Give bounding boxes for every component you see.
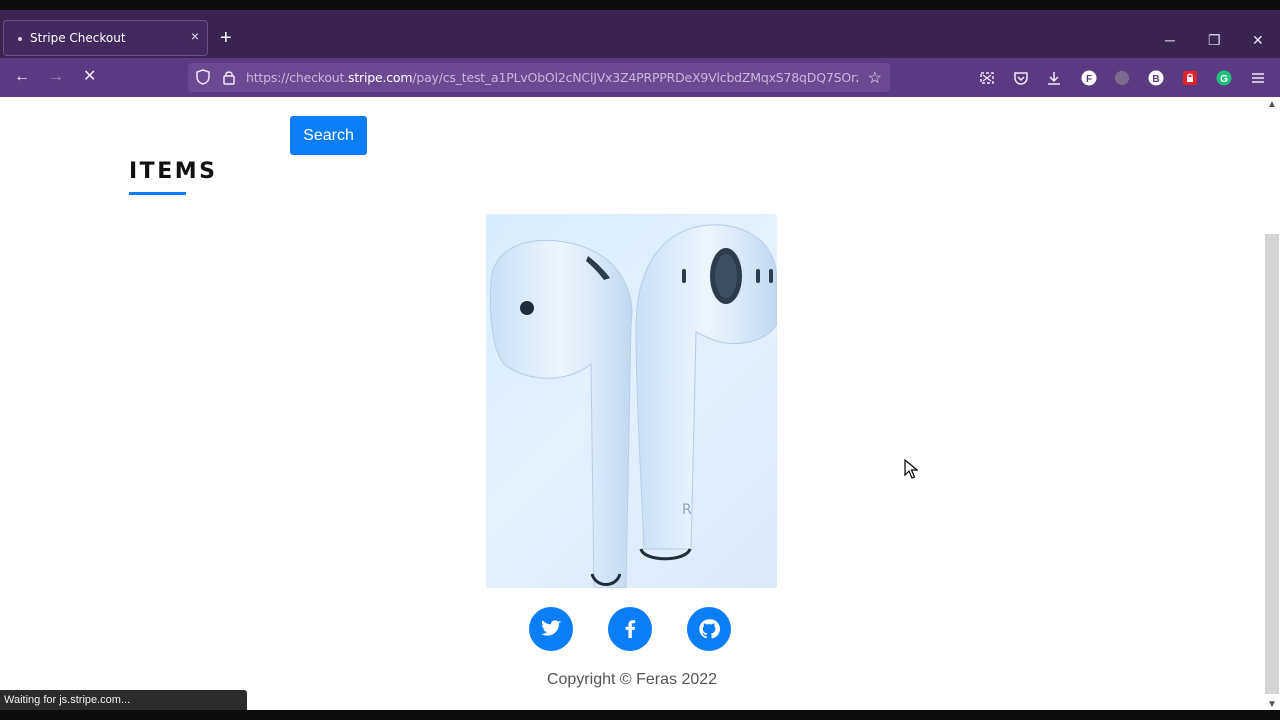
twitter-icon bbox=[540, 620, 562, 636]
pocket-icon[interactable] bbox=[1013, 70, 1029, 86]
minimize-button[interactable]: ─ bbox=[1165, 32, 1175, 48]
svg-text:R: R bbox=[682, 502, 692, 518]
airpods-product-image[interactable]: R bbox=[486, 214, 777, 588]
tab-strip: Stripe Checkout × + ─ ❐ ✕ bbox=[0, 10, 1280, 58]
facebook-link[interactable] bbox=[608, 607, 652, 651]
scroll-up-arrow-icon[interactable]: ▲ bbox=[1267, 99, 1277, 110]
window-bottom-edge bbox=[0, 710, 1280, 720]
svg-text:F: F bbox=[1086, 74, 1092, 85]
address-bar[interactable]: https://checkout.stripe.com/pay/cs_test_… bbox=[188, 63, 890, 92]
downloads-icon[interactable] bbox=[1046, 70, 1062, 86]
forward-button[interactable]: → bbox=[48, 67, 64, 87]
navigation-bar: ← → ✕ https://checkout.stripe.com/pay/cs… bbox=[0, 58, 1280, 97]
heading-underline bbox=[129, 192, 186, 195]
window-top-edge bbox=[0, 0, 1280, 10]
tab-loading-icon bbox=[18, 37, 22, 41]
new-tab-button[interactable]: + bbox=[220, 28, 232, 48]
twitter-link[interactable] bbox=[529, 607, 573, 651]
screenshot-icon[interactable] bbox=[979, 70, 995, 86]
facebook-icon bbox=[625, 620, 636, 639]
grammarly-icon[interactable]: G bbox=[1216, 70, 1232, 86]
scroll-down-arrow-icon[interactable]: ▼ bbox=[1267, 699, 1277, 710]
url-text[interactable]: https://checkout.stripe.com/pay/cs_test_… bbox=[246, 70, 858, 85]
items-heading: ITEMS bbox=[129, 159, 218, 184]
svg-text:B: B bbox=[1152, 74, 1159, 85]
shield-icon[interactable] bbox=[196, 69, 210, 85]
mouse-cursor-icon bbox=[904, 459, 918, 479]
lock-icon[interactable] bbox=[222, 69, 236, 85]
extension-f-icon[interactable]: F bbox=[1081, 70, 1097, 86]
svg-text:G: G bbox=[1220, 74, 1228, 85]
bookmark-star-icon[interactable]: ☆ bbox=[868, 68, 882, 88]
vertical-scrollbar[interactable]: ▲ ▼ bbox=[1264, 97, 1280, 710]
copyright-text: Copyright © Feras 2022 bbox=[546, 671, 718, 688]
tab-stripe-checkout[interactable]: Stripe Checkout × bbox=[3, 20, 208, 56]
extension-b-icon[interactable]: B bbox=[1148, 70, 1164, 86]
menu-icon[interactable] bbox=[1250, 70, 1266, 86]
status-bar: Waiting for js.stripe.com... bbox=[0, 690, 247, 710]
github-icon bbox=[699, 619, 720, 639]
back-button[interactable]: ← bbox=[14, 67, 30, 87]
restore-button[interactable]: ❐ bbox=[1208, 32, 1221, 49]
github-link[interactable] bbox=[687, 607, 731, 651]
tab-title: Stripe Checkout bbox=[30, 31, 126, 45]
close-window-button[interactable]: ✕ bbox=[1252, 32, 1264, 49]
extension-disabled-icon[interactable] bbox=[1114, 70, 1130, 86]
url-host: stripe.com bbox=[348, 70, 413, 85]
tab-close-icon[interactable]: × bbox=[191, 28, 199, 44]
airpods-illustration: R bbox=[489, 224, 777, 588]
page-content: Search ITEMS R Copyright © Feras 2022 bbox=[0, 97, 1264, 710]
stop-loading-button[interactable]: ✕ bbox=[83, 67, 96, 87]
scroll-thumb[interactable] bbox=[1265, 234, 1279, 694]
password-manager-icon[interactable] bbox=[1182, 70, 1198, 86]
search-button[interactable]: Search bbox=[290, 116, 367, 155]
